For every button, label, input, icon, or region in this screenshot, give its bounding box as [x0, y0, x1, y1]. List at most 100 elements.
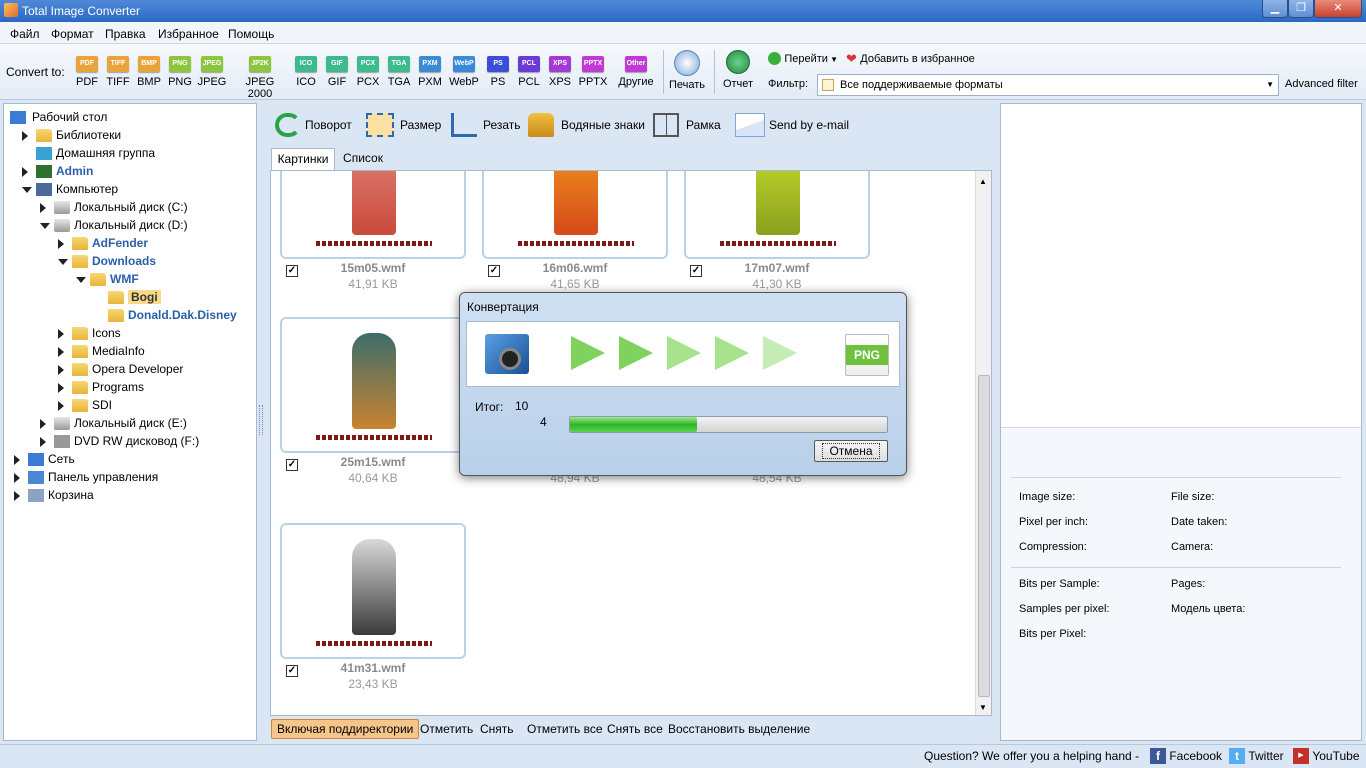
format-label: PS: [490, 76, 506, 88]
menu-edit[interactable]: Правка: [105, 27, 146, 41]
conversion-visual: PNG: [466, 321, 900, 387]
menu-format[interactable]: Формат: [51, 27, 94, 41]
cancel-button[interactable]: Отмена: [814, 440, 888, 462]
maximize-button[interactable]: ❐: [1288, 0, 1314, 18]
thumbnail[interactable]: [482, 171, 668, 259]
menu-help[interactable]: Помощь: [228, 27, 274, 41]
format-button-ico[interactable]: ICO ICO: [291, 52, 321, 88]
unmark-all-button[interactable]: Снять все: [607, 722, 663, 736]
format-button-other[interactable]: Other Другие: [616, 52, 656, 88]
tree-item-label: Библиотеки: [56, 128, 122, 142]
tree-item-label: WMF: [110, 272, 139, 286]
expand-down-icon[interactable]: [76, 277, 86, 283]
folder-icon: [72, 327, 88, 340]
close-button[interactable]: ✕: [1314, 0, 1362, 18]
expand-right-icon[interactable]: [58, 329, 64, 339]
print-button[interactable]: Печать: [668, 50, 706, 91]
format-button-jpeg[interactable]: JPEG JPEG: [197, 52, 227, 88]
email-button[interactable]: Send by e-mail: [735, 112, 849, 138]
info-panel: Image size: File size: Pixel per inch: D…: [1000, 103, 1362, 741]
user-icon: [36, 165, 52, 178]
expand-right-icon[interactable]: [14, 455, 20, 465]
report-button[interactable]: Отчет: [719, 50, 757, 90]
scrollbar-thumb[interactable]: [978, 375, 990, 697]
format-button-png[interactable]: PNG PNG: [165, 52, 195, 88]
expand-right-icon[interactable]: [58, 347, 64, 357]
expand-right-icon[interactable]: [22, 167, 28, 177]
thumbnail[interactable]: [280, 171, 466, 259]
include-subdirs-toggle[interactable]: Включая поддиректории: [271, 719, 420, 739]
gallery-scrollbar[interactable]: ▲ ▼: [975, 171, 991, 715]
scroll-up-icon[interactable]: ▲: [979, 177, 987, 186]
expand-right-icon[interactable]: [40, 437, 46, 447]
expand-right-icon[interactable]: [22, 131, 28, 141]
tree-item-label: Icons: [92, 326, 121, 340]
format-button-tga[interactable]: TGA TGA: [384, 52, 414, 88]
thumbnail-filename: 17m07.wmf: [744, 261, 810, 275]
thumbnail[interactable]: [280, 317, 466, 453]
minimize-button[interactable]: ▁: [1262, 0, 1288, 18]
thumbnail[interactable]: [280, 523, 466, 659]
menu-file[interactable]: Файл: [10, 27, 40, 41]
format-button-tiff[interactable]: TIFF TIFF: [103, 52, 133, 88]
expand-down-icon[interactable]: [22, 187, 32, 193]
format-label: PCL: [518, 76, 540, 88]
format-button-ps[interactable]: PS PS: [483, 52, 513, 88]
format-button-webp[interactable]: WebP WebP: [449, 52, 479, 88]
advanced-filter-link[interactable]: Advanced filter: [1285, 78, 1358, 90]
thumbnail-border-ornament: [316, 641, 432, 646]
format-button-pptx[interactable]: PPTX PPTX: [578, 52, 608, 88]
expand-down-icon[interactable]: [58, 259, 68, 265]
format-button-pdf[interactable]: PDF PDF: [72, 52, 102, 88]
twitter-link[interactable]: t Twitter: [1229, 748, 1284, 764]
add-favorite-button[interactable]: ❤ Добавить в избранное: [846, 51, 975, 66]
window-title: Total Image Converter: [22, 4, 141, 18]
format-button-jp2k[interactable]: JP2K JPEG 2000: [234, 52, 286, 100]
thumbnail-filesize: 41,65 KB: [550, 277, 600, 291]
menu-favorites[interactable]: Избранное: [158, 27, 219, 41]
rotate-button[interactable]: Поворот: [275, 112, 352, 138]
envelope-icon: [735, 113, 765, 137]
mark-button[interactable]: Отметить: [420, 722, 473, 736]
format-label: PCX: [356, 76, 380, 88]
format-button-gif[interactable]: GIF GIF: [322, 52, 352, 88]
format-button-pcl[interactable]: PCL PCL: [514, 52, 544, 88]
youtube-link[interactable]: ▶ YouTube: [1293, 748, 1360, 764]
chevron-down-icon: ▼: [1266, 80, 1274, 89]
expand-down-icon[interactable]: [40, 223, 50, 229]
crop-button[interactable]: Резать: [451, 112, 521, 138]
watermark-button[interactable]: Водяные знаки: [528, 112, 645, 138]
facebook-link[interactable]: f Facebook: [1150, 748, 1222, 764]
expand-right-icon[interactable]: [14, 473, 20, 483]
expand-right-icon[interactable]: [40, 203, 46, 213]
format-button-xps[interactable]: XPS XPS: [545, 52, 575, 88]
format-label: TIFF: [106, 76, 130, 88]
scroll-down-icon[interactable]: ▼: [979, 703, 987, 712]
mark-all-button[interactable]: Отметить все: [527, 722, 603, 736]
expand-right-icon[interactable]: [58, 383, 64, 393]
splitter-handle[interactable]: [259, 405, 263, 435]
tab-pictures[interactable]: Картинки: [271, 148, 335, 170]
restore-selection-button[interactable]: Восстановить выделение: [668, 722, 810, 736]
format-button-bmp[interactable]: BMP BMP: [134, 52, 164, 88]
expand-right-icon[interactable]: [58, 239, 64, 249]
filter-select[interactable]: Все поддерживаемые форматы ▼: [817, 74, 1279, 96]
gif-format-icon: GIF: [326, 56, 348, 72]
goto-button[interactable]: Перейти ▼: [768, 51, 838, 66]
arrow-right-icon: [768, 52, 781, 66]
expand-right-icon[interactable]: [58, 401, 64, 411]
frame-button[interactable]: Рамка: [653, 112, 721, 138]
format-button-pxm[interactable]: PXM PXM: [415, 52, 445, 88]
thumbnail-filename: 25m15.wmf: [340, 455, 406, 469]
total-count: 10: [515, 399, 529, 413]
thumbnail[interactable]: [684, 171, 870, 259]
unmark-button[interactable]: Снять: [480, 722, 514, 736]
resize-button[interactable]: Размер: [366, 112, 441, 138]
expand-right-icon[interactable]: [14, 491, 20, 501]
folder-tree[interactable]: Рабочий стол Библиотеки Домашняя группа Adm…: [3, 103, 257, 741]
format-label: JPEG: [197, 76, 227, 88]
tab-list[interactable]: Список: [337, 148, 389, 170]
format-button-pcx[interactable]: PCX PCX: [353, 52, 383, 88]
expand-right-icon[interactable]: [58, 365, 64, 375]
expand-right-icon[interactable]: [40, 419, 46, 429]
